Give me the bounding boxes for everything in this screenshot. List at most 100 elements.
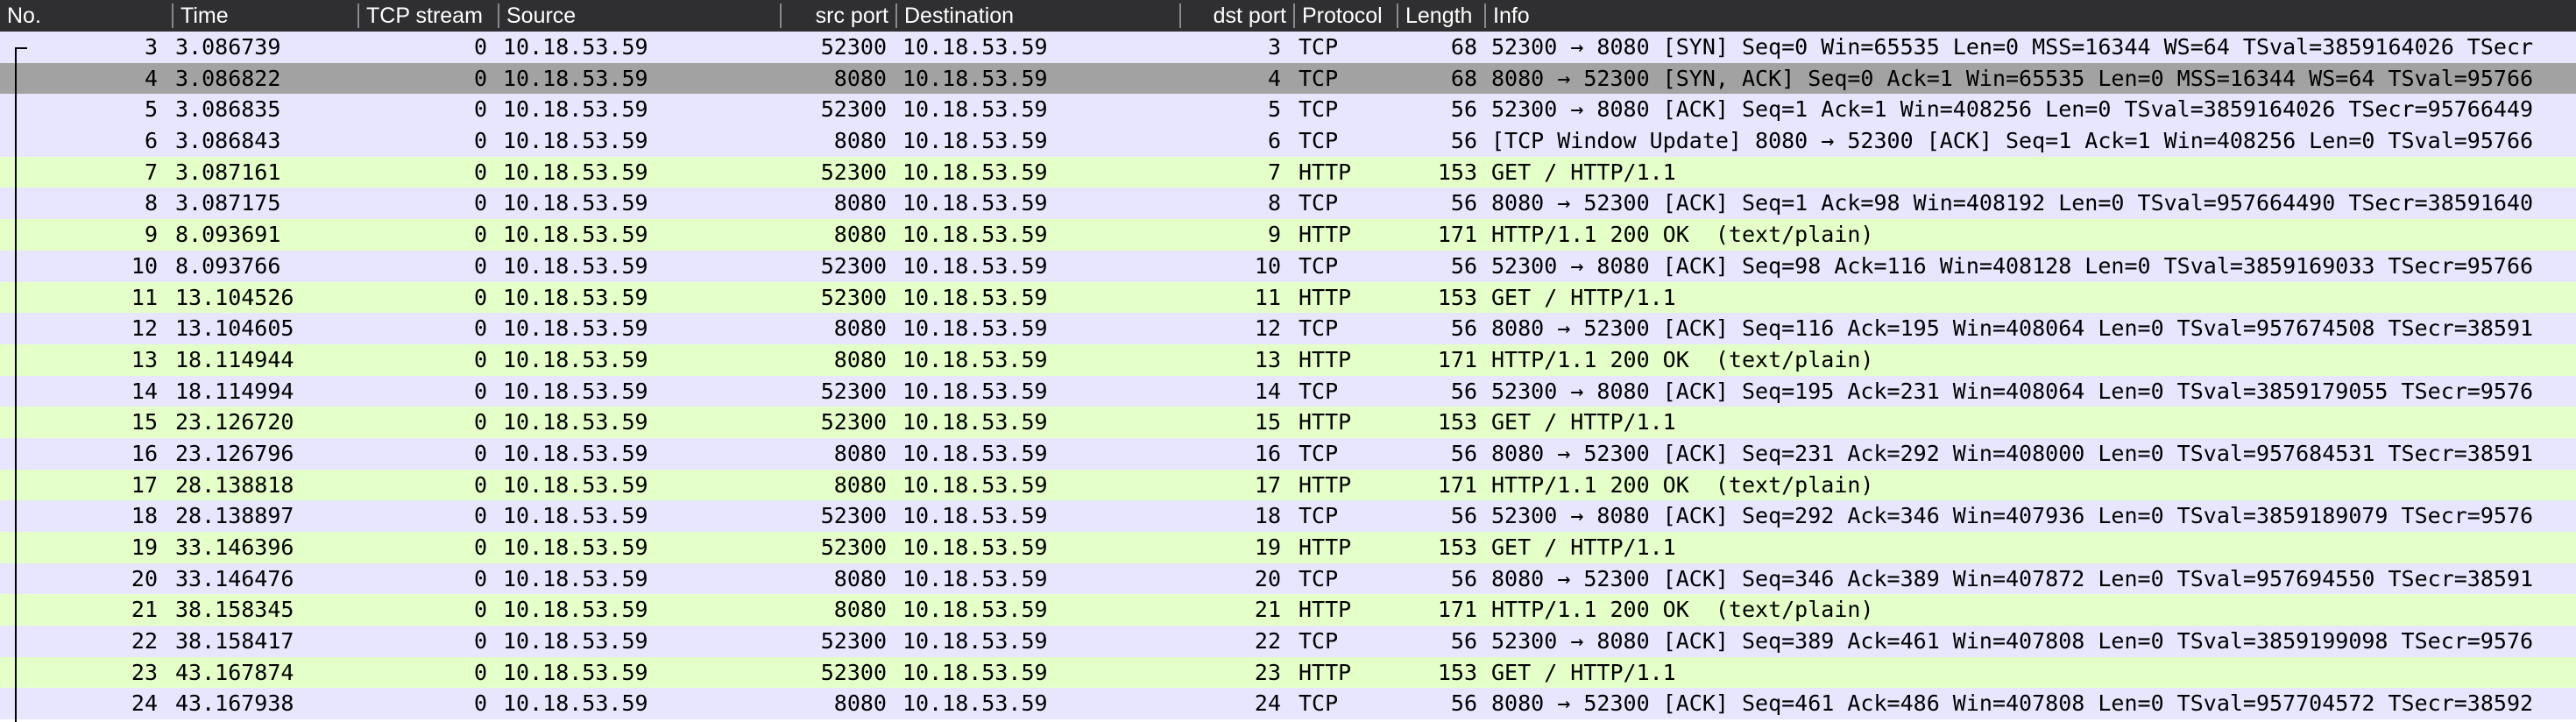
packet-row[interactable]: 6 3.086843 0 10.18.53.59 8080 10.18.53.59 6 TCP… (0, 125, 2576, 157)
packet-row[interactable]: 17 28.138818 0 10.18.53.59 8080 10.18.53.59 17… (0, 469, 2576, 501)
packet-length: 56 (1450, 440, 1477, 466)
packet-source: 10.18.53.59 (503, 346, 648, 372)
column-header-time[interactable]: Time (173, 0, 357, 32)
packet-protocol: HTTP (1299, 346, 1352, 372)
packet-row[interactable]: 14 18.114994 0 10.18.53.59 52300 10.18.53.59 1… (0, 375, 2576, 407)
packet-row[interactable]: 12 13.104605 0 10.18.53.59 8080 10.18.53.59 12… (0, 313, 2576, 344)
packet-row[interactable]: 22 38.158417 0 10.18.53.59 52300 10.18.53.59 2… (0, 626, 2576, 657)
packet-row[interactable]: 21 38.158345 0 10.18.53.59 8080 10.18.53.59 21… (0, 594, 2576, 626)
packet-tcp-stream: 0 (473, 222, 487, 248)
packet-row[interactable]: 16 23.126796 0 10.18.53.59 8080 10.18.53.59 16… (0, 437, 2576, 470)
packet-number: 8 (144, 190, 158, 216)
packet-tcp-stream: 0 (473, 409, 487, 435)
packet-source: 10.18.53.59 (503, 159, 648, 185)
packet-dst-port: 23 (1254, 659, 1281, 685)
packet-list[interactable]: No. Time TCP stream Source src port Dest… (0, 0, 2576, 722)
packet-time: 43.167938 (175, 690, 294, 717)
column-header-source[interactable]: Source (499, 0, 780, 32)
packet-info: 8080 → 52300 [ACK] Seq=231 Ack=292 Win=4… (1491, 440, 2534, 466)
packet-number: 12 (131, 315, 158, 342)
column-header-dst-port[interactable]: dst port (1181, 0, 1293, 32)
packet-number: 11 (131, 284, 158, 310)
packet-info: 52300 → 8080 [ACK] Seq=98 Ack=116 Win=40… (1491, 252, 2534, 279)
packet-protocol: TCP (1299, 65, 1339, 91)
packet-tcp-stream: 0 (473, 96, 487, 123)
packet-length: 171 (1437, 471, 1477, 498)
packet-destination: 10.18.53.59 (902, 690, 1048, 717)
packet-time: 38.158345 (175, 597, 294, 623)
packet-source: 10.18.53.59 (503, 222, 648, 248)
packet-info: 52300 → 8080 [ACK] Seq=195 Ack=231 Win=4… (1491, 378, 2534, 404)
packet-row[interactable]: 15 23.126720 0 10.18.53.59 52300 10.18.53.59 1… (0, 407, 2576, 438)
packet-tcp-stream: 0 (473, 659, 487, 685)
packet-number: 13 (131, 346, 158, 372)
packet-tcp-stream: 0 (473, 252, 487, 279)
packet-tcp-stream: 0 (473, 503, 487, 529)
packet-protocol: TCP (1299, 565, 1339, 591)
packet-src-port: 52300 (820, 284, 887, 310)
packet-protocol: TCP (1299, 190, 1339, 216)
packet-info: [TCP Window Update] 8080 → 52300 [ACK] S… (1491, 128, 2534, 154)
column-header-length[interactable]: Length (1398, 0, 1484, 32)
packet-src-port: 52300 (820, 409, 887, 435)
packet-row[interactable]: 23 43.167874 0 10.18.53.59 52300 10.18.53.59 2… (0, 656, 2576, 689)
packet-destination: 10.18.53.59 (902, 190, 1048, 216)
packet-row[interactable]: 5 3.086835 0 10.18.53.59 52300 10.18.53.59 5 TC… (0, 94, 2576, 126)
packet-protocol: HTTP (1299, 471, 1352, 498)
packet-row[interactable]: 20 33.146476 0 10.18.53.59 8080 10.18.53.59 20… (0, 563, 2576, 595)
packet-source: 10.18.53.59 (503, 65, 648, 91)
packet-source: 10.18.53.59 (503, 34, 648, 60)
packet-length: 171 (1437, 346, 1477, 372)
column-header-no[interactable]: No. (0, 0, 172, 32)
column-header-destination[interactable]: Destination (897, 0, 1179, 32)
packet-length: 171 (1437, 222, 1477, 248)
packet-protocol: TCP (1299, 690, 1339, 717)
packet-source: 10.18.53.59 (503, 315, 648, 342)
packet-protocol: HTTP (1299, 159, 1352, 185)
packet-row[interactable]: 24 43.167938 0 10.18.53.59 8080 10.18.53.59 24… (0, 688, 2576, 720)
packet-row[interactable]: 4 3.086822 0 10.18.53.59 8080 10.18.53.59 4 TCP… (0, 62, 2576, 95)
packet-row[interactable]: 3 3.086739 0 10.18.53.59 52300 10.18.53.59 3 TC… (0, 32, 2576, 63)
column-header-info[interactable]: Info (1486, 0, 2576, 32)
packet-row[interactable]: 13 18.114944 0 10.18.53.59 8080 10.18.53.59 13… (0, 343, 2576, 376)
packet-dst-port: 14 (1254, 378, 1281, 404)
packet-destination: 10.18.53.59 (902, 534, 1048, 560)
packet-info: HTTP/1.1 200 OK (text/plain) (1491, 222, 1874, 248)
packet-info: 52300 → 8080 [SYN] Seq=0 Win=65535 Len=0… (1491, 34, 2534, 60)
packet-length: 153 (1437, 284, 1477, 310)
packet-tcp-stream: 0 (473, 690, 487, 717)
packet-info: GET / HTTP/1.1 (1491, 659, 1676, 685)
packet-protocol: TCP (1299, 34, 1339, 60)
packet-row[interactable]: 9 8.093691 0 10.18.53.59 8080 10.18.53.59 9 HTT… (0, 219, 2576, 251)
packet-row[interactable]: 11 13.104526 0 10.18.53.59 52300 10.18.53.59 1… (0, 281, 2576, 314)
column-header-protocol[interactable]: Protocol (1295, 0, 1397, 32)
packet-dst-port: 20 (1254, 565, 1281, 591)
packet-number: 9 (144, 222, 158, 248)
column-header-src-port[interactable]: src port (782, 0, 895, 32)
packet-tcp-stream: 0 (473, 190, 487, 216)
packet-time: 3.087175 (175, 190, 281, 216)
packet-dst-port: 10 (1254, 252, 1281, 279)
packet-destination: 10.18.53.59 (902, 597, 1048, 623)
packet-protocol: HTTP (1299, 659, 1352, 685)
packet-time: 38.158417 (175, 628, 294, 655)
packet-row[interactable]: 7 3.087161 0 10.18.53.59 52300 10.18.53.59 7 HT… (0, 156, 2576, 188)
packet-length: 171 (1437, 597, 1477, 623)
packet-dst-port: 9 (1267, 222, 1281, 248)
packet-number: 4 (144, 65, 158, 91)
packet-row[interactable]: 8 3.087175 0 10.18.53.59 8080 10.18.53.59 8 TCP… (0, 188, 2576, 220)
packet-tcp-stream: 0 (473, 628, 487, 655)
packet-row[interactable]: 19 33.146396 0 10.18.53.59 52300 10.18.53.59 1… (0, 532, 2576, 563)
packet-source: 10.18.53.59 (503, 96, 648, 123)
packet-protocol: TCP (1299, 315, 1339, 342)
packet-source: 10.18.53.59 (503, 471, 648, 498)
packet-info: GET / HTTP/1.1 (1491, 409, 1676, 435)
packet-row[interactable]: 10 8.093766 0 10.18.53.59 52300 10.18.53.59 10… (0, 250, 2576, 282)
packet-length: 56 (1450, 565, 1477, 591)
packet-row[interactable]: 18 28.138897 0 10.18.53.59 52300 10.18.53.59 1… (0, 500, 2576, 532)
packet-number: 19 (131, 534, 158, 560)
packet-time: 33.146396 (175, 534, 294, 560)
packet-source: 10.18.53.59 (503, 284, 648, 310)
packet-number: 23 (131, 659, 158, 685)
column-header-tcp-stream[interactable]: TCP stream (359, 0, 498, 32)
